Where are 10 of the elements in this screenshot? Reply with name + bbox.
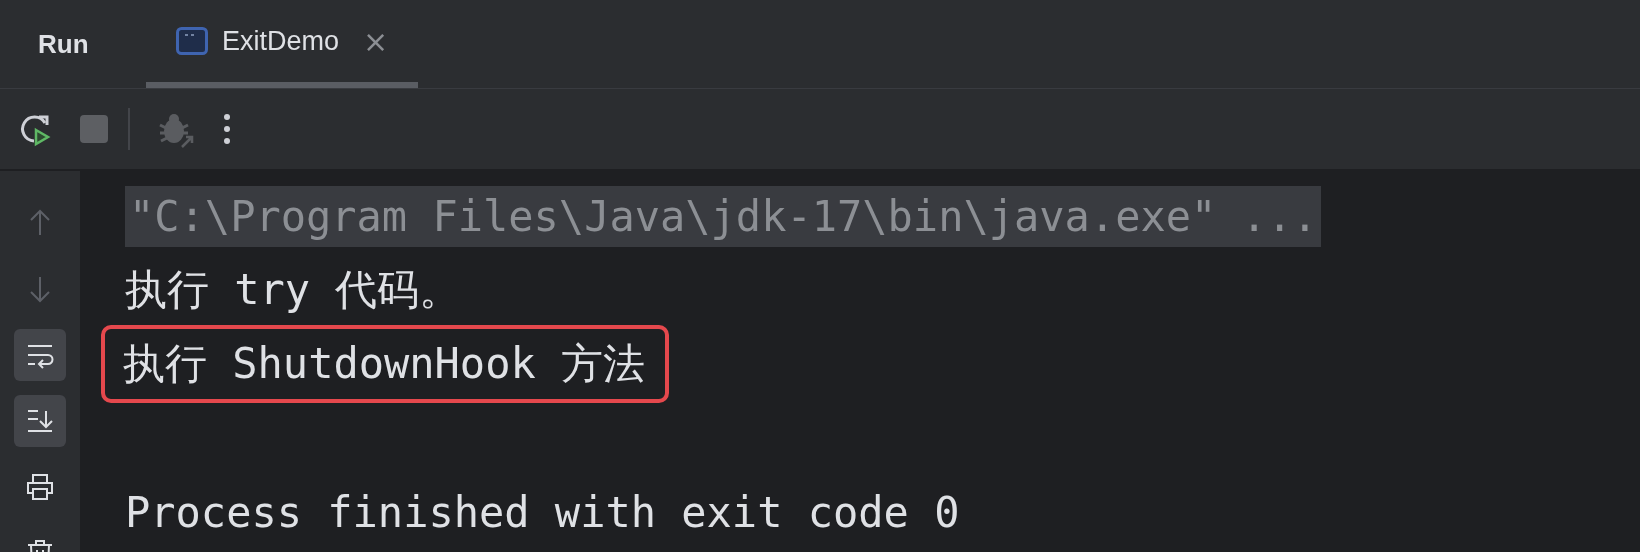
- toggle-button[interactable]: [14, 329, 66, 381]
- toggle-button[interactable]: [14, 395, 66, 447]
- printer-icon[interactable]: [24, 471, 56, 503]
- console-line: 执行 try 代码。: [125, 264, 462, 316]
- close-button[interactable]: ×: [363, 23, 389, 59]
- more-icon[interactable]: [222, 111, 232, 147]
- console-icon: [176, 27, 208, 55]
- console-line: 执行 ShutdownHook 方法: [123, 338, 645, 390]
- console-line: Process finished with exit code 0: [125, 487, 960, 537]
- panel-title: Run: [38, 28, 90, 60]
